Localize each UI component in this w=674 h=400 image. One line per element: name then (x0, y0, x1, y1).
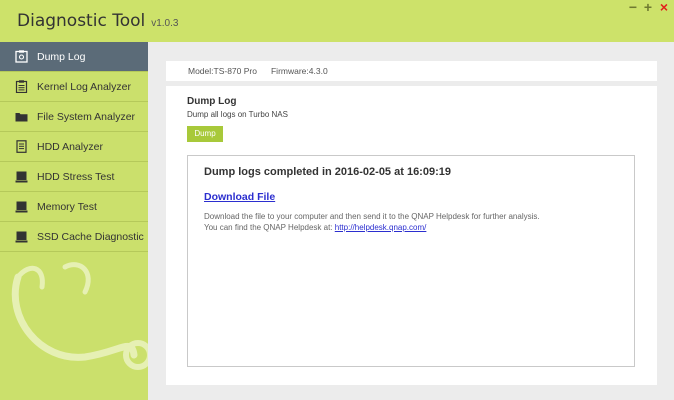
maximize-button[interactable]: + (644, 0, 652, 14)
sidebar-item-hdd-stress-test[interactable]: HDD Stress Test (0, 162, 148, 192)
sidebar-item-memory-test[interactable]: Memory Test (0, 192, 148, 222)
sidebar-item-kernel-log-analyzer[interactable]: Kernel Log Analyzer (0, 72, 148, 102)
main-content: Model:TS-870 Pro Firmware:4.3.0 Dump Log… (148, 42, 674, 400)
hard-drive-icon (15, 171, 28, 183)
title-bar: Diagnostic Tool v1.0.3 − + × (0, 0, 674, 42)
panel-subtitle: Dump all logs on Turbo NAS (187, 110, 288, 119)
sidebar-item-label: Dump Log (37, 50, 86, 63)
minimize-button[interactable]: − (629, 0, 637, 14)
clipboard-icon (15, 80, 28, 93)
dump-button[interactable]: Dump (187, 126, 223, 142)
app-title-text: Diagnostic Tool (17, 11, 146, 31)
panel-title: Dump Log (187, 96, 237, 107)
result-box: Dump logs completed in 2016-02-05 at 16:… (187, 155, 635, 367)
sidebar-item-label: File System Analyzer (37, 110, 136, 123)
dump-log-panel: Dump Log Dump all logs on Turbo NAS Dump… (166, 86, 657, 385)
sidebar-item-hdd-analyzer[interactable]: HDD Analyzer (0, 132, 148, 162)
sidebar-item-label: HDD Analyzer (37, 140, 103, 153)
sidebar-item-label: Memory Test (37, 200, 97, 213)
result-message: Dump logs completed in 2016-02-05 at 16:… (204, 166, 451, 178)
description-line-2: You can find the QNAP Helpdesk at: http:… (204, 223, 426, 232)
model-info: Model:TS-870 Pro (188, 66, 257, 76)
sidebar: Dump Log Kernel Log Analyzer File System… (0, 42, 148, 400)
description-line-1: Download the file to your computer and t… (204, 212, 540, 221)
memory-icon (15, 201, 28, 213)
helpdesk-link[interactable]: http://helpdesk.qnap.com/ (335, 223, 427, 232)
dump-log-icon (15, 50, 28, 63)
stethoscope-icon (11, 262, 148, 370)
sidebar-item-label: HDD Stress Test (37, 170, 115, 183)
sidebar-item-file-system-analyzer[interactable]: File System Analyzer (0, 102, 148, 132)
description-line-2-prefix: You can find the QNAP Helpdesk at: (204, 223, 335, 232)
download-file-link[interactable]: Download File (204, 191, 275, 203)
app-title: Diagnostic Tool v1.0.3 (17, 11, 178, 31)
sidebar-item-dump-log[interactable]: Dump Log (0, 42, 148, 72)
close-button[interactable]: × (660, 0, 668, 14)
sidebar-item-label: Kernel Log Analyzer (37, 80, 131, 93)
device-info-bar: Model:TS-870 Pro Firmware:4.3.0 (166, 61, 657, 81)
firmware-info: Firmware:4.3.0 (270, 66, 328, 76)
app-version: v1.0.3 (151, 18, 179, 29)
folder-icon (15, 113, 28, 122)
document-icon (16, 140, 27, 153)
